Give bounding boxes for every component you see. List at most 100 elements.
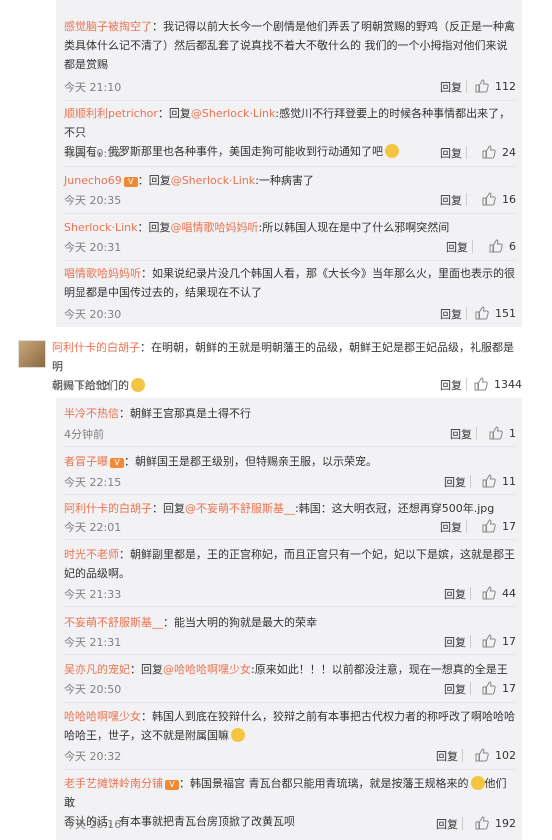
username-link[interactable]: 时光不老师 [64, 548, 119, 561]
like-count: 44 [502, 586, 516, 600]
mention-link[interactable]: @唱情歌哈妈妈听 [170, 221, 258, 234]
reply-meta: 今天 22:01 回复 17 [64, 519, 516, 535]
reply-button[interactable]: 回复 [440, 306, 462, 322]
mention-link[interactable]: @哈哈哈啊嘿少女 [163, 663, 251, 676]
divider [470, 635, 471, 648]
list-item: 哈哈哈啊嘿少女：韩国人到底在狡辩什么，狡辩之前有本事把古代权力者的称呼改了啊哈哈… [64, 710, 515, 742]
username-link[interactable]: 阿利什卡的白胡子 [64, 502, 152, 515]
divider [64, 654, 516, 655]
username-link[interactable]: 半冷不热信 [64, 407, 119, 420]
like-button[interactable]: 6 [489, 239, 516, 253]
reply-meta: 今天 20:16 回复 192 [64, 816, 516, 832]
face-emoji-icon [470, 776, 485, 790]
reply-meta: 今天 20:50 回复 17 [64, 681, 516, 697]
list-item: Sherlock·Link：回复@唱情歌哈妈妈听:所以韩国人现在是中了什么邪啊突… [64, 218, 516, 237]
like-count: 112 [495, 79, 516, 93]
mention-link[interactable]: @不妄萌不舒服斯基__ [185, 502, 295, 515]
username-link[interactable]: Sherlock·Link [64, 221, 137, 234]
like-button[interactable]: 1344 [474, 377, 522, 391]
mention-link[interactable]: @Sherlock·Link [191, 107, 275, 120]
divider [64, 446, 516, 447]
like-button[interactable]: 1 [489, 426, 516, 440]
thumbs-up-icon [482, 634, 496, 648]
like-button[interactable]: 112 [475, 79, 516, 93]
divider [64, 769, 516, 770]
member-badge-icon: V [110, 458, 124, 468]
thumbs-up-icon [475, 306, 489, 320]
reply-button[interactable]: 回复 [450, 426, 472, 442]
like-button[interactable]: 17 [482, 519, 516, 533]
username-link[interactable]: 哈哈哈啊嘿少女 [64, 710, 141, 723]
divider [466, 378, 467, 391]
reply-thread-2: 半冷不热信：朝鲜王宫那真是土得不行 4分钟前 回复 1 者冒子曝 V ：朝鲜国王是郡… [56, 398, 522, 840]
thumbs-up-icon [489, 239, 503, 253]
like-button[interactable]: 151 [475, 306, 516, 320]
thumbs-up-icon [482, 145, 496, 159]
username-link[interactable]: 老手艺摊饼岭南分铺 [64, 777, 163, 790]
reply-button[interactable]: 回复 [446, 239, 468, 255]
reply-button[interactable]: 回复 [436, 816, 458, 832]
username-link[interactable]: 感觉脑子被掏空了 [64, 20, 152, 33]
divider [466, 80, 467, 93]
comment-meta: 今天 18:52 回复 1344 [52, 377, 522, 393]
list-item: 阿利什卡的白胡子：回复@不妄萌不舒服斯基__:韩国：这大明衣冠，还想再穿500年… [64, 502, 495, 515]
reply-meta: 今天 20:35 回复 24 [64, 145, 516, 161]
reply-button[interactable]: 回复 [440, 377, 462, 393]
thumbs-up-icon [482, 474, 496, 488]
like-count: 16 [502, 192, 516, 206]
reply-meta: 今天 20:35 回复 16 [64, 192, 516, 208]
reply-meta: 今天 21:31 回复 17 [64, 634, 516, 650]
like-button[interactable]: 44 [482, 586, 516, 600]
reply-button[interactable]: 回复 [436, 748, 458, 764]
reply-meta: 今天 21:33 回复 44 [64, 586, 516, 602]
timestamp: 今天 20:35 [64, 194, 122, 207]
like-button[interactable]: 102 [475, 748, 516, 762]
like-button[interactable]: 24 [482, 145, 516, 159]
avatar[interactable] [18, 340, 46, 368]
like-count: 1 [509, 426, 516, 440]
timestamp: 今天 21:31 [64, 636, 122, 649]
reply-button[interactable]: 回复 [440, 519, 462, 535]
reply-text: 感觉脑子被掏空了：我记得以前大长今一个剧情是他们弄丢了明朝赏赐的野鸡（反正是一种… [64, 20, 515, 71]
reply-button[interactable]: 回复 [444, 474, 466, 490]
timestamp: 今天 22:01 [64, 521, 122, 534]
username-link[interactable]: 不妄萌不舒服斯基__ [64, 616, 163, 629]
thumbs-up-icon [475, 748, 489, 762]
divider [466, 520, 467, 533]
reply-button[interactable]: 回复 [444, 586, 466, 602]
reply-meta: 今天 20:30 回复 151 [64, 306, 516, 322]
face-emoji-icon [231, 728, 245, 742]
like-button[interactable]: 17 [482, 681, 516, 695]
thumbs-up-icon [489, 426, 503, 440]
reply-text: Junecho69 V ：回复@Sherlock·Link:一种病害了 [64, 174, 314, 187]
username-link[interactable]: 唱情歌哈妈妈听 [64, 267, 141, 280]
like-count: 1344 [494, 377, 522, 391]
divider [476, 427, 477, 440]
reply-button[interactable]: 回复 [440, 79, 462, 95]
divider [64, 606, 516, 607]
reply-button[interactable]: 回复 [440, 145, 462, 161]
like-button[interactable]: 192 [475, 816, 516, 830]
member-badge-icon: V [165, 780, 179, 790]
thumbs-up-icon [482, 586, 496, 600]
divider [472, 240, 473, 253]
reply-button[interactable]: 回复 [440, 192, 462, 208]
reply-thread-1: 感觉脑子被掏空了：我记得以前大长今一个剧情是他们弄丢了明朝赏赐的野鸡（反正是一种… [56, 0, 522, 327]
username-link[interactable]: 者冒子曝 [64, 455, 108, 468]
reply-button[interactable]: 回复 [444, 634, 466, 650]
divider [64, 260, 516, 261]
username-link[interactable]: 吴亦凡的宠妃 [64, 663, 130, 676]
mention-link[interactable]: @Sherlock·Link [171, 174, 255, 187]
like-count: 17 [502, 519, 516, 533]
username-link[interactable]: 顺顺利利petrichor [64, 107, 158, 120]
reply-button[interactable]: 回复 [444, 681, 466, 697]
like-button[interactable]: 11 [482, 474, 516, 488]
thumbs-up-icon [474, 377, 488, 391]
like-button[interactable]: 17 [482, 634, 516, 648]
username-link[interactable]: 阿利什卡的白胡子 [52, 341, 140, 354]
username-link[interactable]: Junecho69 [64, 174, 122, 187]
timestamp: 今天 20:30 [64, 308, 122, 321]
list-item: 感觉脑子被掏空了：我记得以前大长今一个剧情是他们弄丢了明朝赏赐的野鸡（反正是一种… [64, 17, 516, 74]
like-button[interactable]: 16 [482, 192, 516, 206]
like-count: 151 [495, 306, 516, 320]
